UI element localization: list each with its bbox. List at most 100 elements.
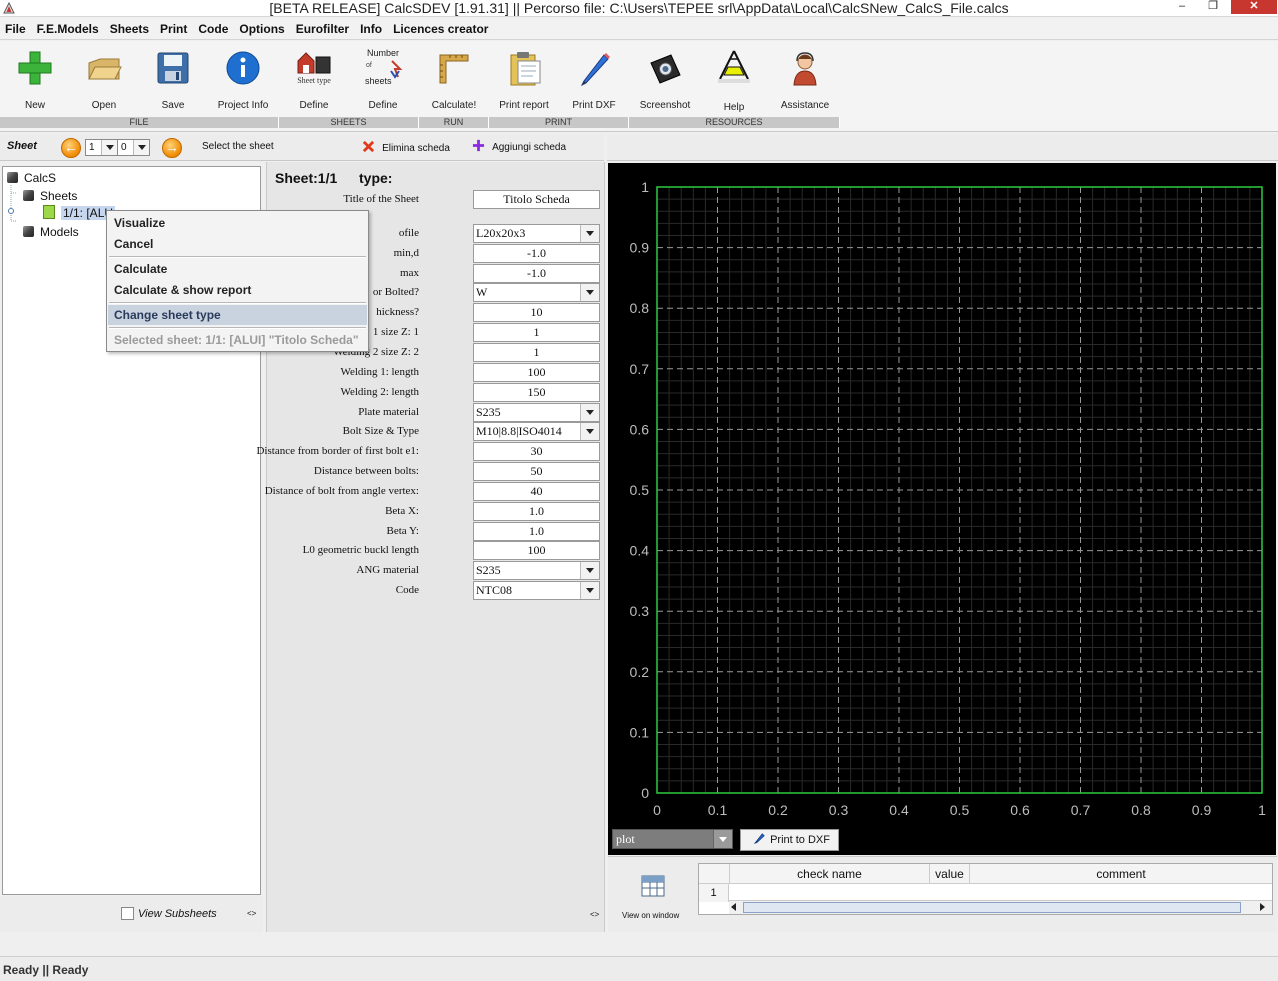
calculate-button[interactable]: Calculate!: [419, 41, 489, 117]
menu-options[interactable]: Options: [234, 18, 290, 40]
plot-select-arrow[interactable]: [713, 830, 732, 848]
dropdown-arrow[interactable]: [580, 225, 599, 242]
sheet-spinner-1[interactable]: 1: [85, 139, 118, 156]
form-field[interactable]: 1: [473, 343, 600, 362]
menu-item-visualize[interactable]: Visualize: [108, 213, 367, 233]
form-select[interactable]: NTC08: [473, 581, 600, 600]
table-header: check name value comment: [699, 864, 1272, 884]
menu-licences-creator[interactable]: Licences creator: [388, 18, 494, 40]
dropdown-arrow[interactable]: [580, 582, 599, 599]
maximize-button[interactable]: ❐: [1199, 0, 1227, 14]
column-value[interactable]: value: [929, 864, 969, 884]
form-field[interactable]: 30: [473, 442, 600, 461]
add-sheet-button[interactable]: Aggiungi scheda: [472, 139, 566, 155]
spinner-2-dropdown[interactable]: [133, 140, 149, 155]
form-field[interactable]: Titolo Scheda: [473, 190, 600, 209]
menu-item-change-sheet-type[interactable]: Change sheet type: [108, 305, 367, 325]
prev-sheet-button[interactable]: ←: [61, 138, 81, 158]
status-text: Ready || Ready: [3, 963, 89, 977]
form-field[interactable]: -1.0: [473, 264, 600, 283]
delete-sheet-button[interactable]: Elimina scheda: [362, 140, 450, 156]
form-select[interactable]: M10|8.8|ISO4014: [473, 422, 600, 441]
pencil-icon: [753, 833, 765, 844]
dropdown-arrow[interactable]: [580, 562, 599, 579]
dropdown-arrow[interactable]: [580, 284, 599, 301]
menu-file[interactable]: File: [0, 18, 32, 40]
horizontal-scrollbar[interactable]: [729, 900, 1272, 914]
save-button[interactable]: Save: [138, 41, 208, 117]
form-select-value: NTC08: [476, 583, 512, 597]
scroll-thumb[interactable]: [743, 902, 1241, 913]
close-button[interactable]: ✕: [1231, 0, 1277, 14]
spinner-1-dropdown[interactable]: [101, 140, 117, 155]
plot-canvas[interactable]: 0 0.1 0.2 0.3 0.4 0.5 0.6 0.7 0.8 0.9 1 0 0.1 0.2 0.3 0…: [608, 163, 1276, 855]
tree-node-calcs[interactable]: CalcS: [7, 170, 56, 186]
assistance-button[interactable]: Assistance: [770, 41, 840, 117]
delete-sheet-label: Elimina scheda: [382, 143, 450, 154]
dropdown-arrow[interactable]: [580, 423, 599, 440]
print-dxf-button[interactable]: Print DXF: [559, 41, 629, 117]
sheet-spinner-2[interactable]: 0: [117, 139, 150, 156]
screenshot-button[interactable]: Screenshot: [630, 41, 700, 117]
plot-header-bar: [607, 134, 1278, 161]
scroll-left-arrow[interactable]: [731, 903, 736, 911]
form-field[interactable]: -1.0: [473, 244, 600, 263]
form-label: Beta Y:: [386, 525, 420, 537]
form-field[interactable]: 10: [473, 303, 600, 322]
new-button[interactable]: New: [0, 41, 70, 117]
plot-select[interactable]: plot: [612, 829, 733, 849]
menu-code[interactable]: Code: [193, 18, 234, 40]
dropdown-arrow[interactable]: [580, 404, 599, 421]
view-subsheets-checkbox[interactable]: [121, 907, 134, 920]
form-field[interactable]: 100: [473, 541, 600, 560]
menu-item-cancel[interactable]: Cancel: [108, 234, 367, 254]
form-select[interactable]: L20x20x3: [473, 224, 600, 243]
define-number-button[interactable]: Number of sheets Define: [348, 41, 418, 117]
collapse-arrows[interactable]: <>: [247, 909, 256, 918]
form-field[interactable]: 40: [473, 482, 600, 501]
menu-item-selected-sheet: Selected sheet: 1/1: [ALUI] "Titolo Sche…: [114, 333, 359, 347]
form-field[interactable]: 1: [473, 323, 600, 342]
form-label: Distance from border of first bolt e1:: [256, 445, 419, 457]
form-field[interactable]: 150: [473, 383, 600, 402]
menu-info[interactable]: Info: [355, 18, 388, 40]
form-select[interactable]: W: [473, 283, 600, 302]
help-button[interactable]: Help: [699, 41, 769, 117]
menu-sheets[interactable]: Sheets: [105, 18, 155, 40]
menu-eurofilter[interactable]: Eurofilter: [291, 18, 355, 40]
plot-area[interactable]: 0 0.1 0.2 0.3 0.4 0.5 0.6 0.7 0.8 0.9 1 0 0.1 0.2 0.3 0…: [608, 163, 1276, 855]
menu-print[interactable]: Print: [155, 18, 193, 40]
collapse-arrows[interactable]: <>: [590, 910, 599, 919]
tree-node-sheet-1[interactable]: 1/1: [ALU: [43, 205, 116, 221]
menu-fe-models[interactable]: F.E.Models: [32, 18, 105, 40]
support-agent-icon: [793, 52, 817, 86]
form-field[interactable]: 100: [473, 363, 600, 382]
view-subsheets-label: View Subsheets: [138, 908, 217, 920]
define-type-button[interactable]: Sheet type Define: [279, 41, 349, 117]
form-label: Title of the Sheet: [343, 193, 419, 205]
project-info-button[interactable]: Project Info: [208, 41, 278, 117]
add-plus-icon: [472, 139, 485, 152]
print-report-button[interactable]: Print report: [489, 41, 559, 117]
open-button[interactable]: Open: [69, 41, 139, 117]
next-sheet-button[interactable]: →: [162, 138, 182, 158]
tree-node-models[interactable]: Models: [23, 224, 79, 240]
menu-item-calculate-report[interactable]: Calculate & show report: [108, 280, 367, 300]
menu-item-calculate[interactable]: Calculate: [108, 259, 367, 279]
sheet-label: Sheet: [7, 140, 37, 152]
form-field[interactable]: 1.0: [473, 502, 600, 521]
column-check-name[interactable]: check name: [729, 864, 929, 884]
form-field[interactable]: 1.0: [473, 522, 600, 541]
window-grid-icon[interactable]: [641, 874, 665, 898]
form-select[interactable]: S235: [473, 403, 600, 422]
form-field[interactable]: 50: [473, 462, 600, 481]
title-bar: [BETA RELEASE] CalcSDEV [1.91.31] || Per…: [0, 0, 1278, 17]
print-to-dxf-button[interactable]: Print to DXF: [740, 829, 839, 851]
scroll-right-arrow[interactable]: [1260, 903, 1265, 911]
column-comment[interactable]: comment: [969, 864, 1272, 884]
form-select[interactable]: S235: [473, 561, 600, 580]
minimize-button[interactable]: –: [1168, 0, 1196, 14]
tree-footer: View Subsheets <>: [0, 896, 263, 932]
clipboard-icon: [510, 52, 541, 86]
tree-node-sheets[interactable]: Sheets: [23, 188, 77, 204]
